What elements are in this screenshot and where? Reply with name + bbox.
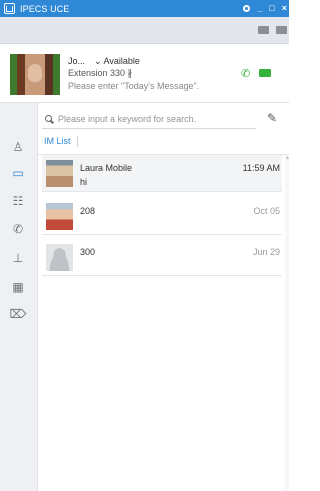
search-bar <box>42 109 256 129</box>
conversation-time: Jun 29 <box>252 247 280 257</box>
window-controls: _ □ × <box>243 0 287 17</box>
call-icon[interactable]: ✆ <box>241 67 250 80</box>
search-input[interactable] <box>58 113 253 124</box>
presence-dropdown[interactable]: ⌄ Available <box>94 56 140 67</box>
extension-label: Extension 330 ∦ <box>68 68 133 78</box>
left-nav: ♙ ▭ ☷ ✆ ⊥ ▦ ⌦ <box>0 103 38 491</box>
conversation-time: 11:59 AM <box>242 163 280 173</box>
conversation-preview: hi <box>80 177 88 187</box>
phone-icon[interactable]: ✆ <box>9 220 27 238</box>
maximize-button[interactable]: □ <box>269 0 274 17</box>
todays-message-field[interactable]: Please enter "Today's Message". <box>68 81 199 91</box>
toolbar <box>0 17 289 44</box>
avatar <box>46 203 73 230</box>
main-panel: ✎ IM List Laura Mobile hi 11:59 AM 208 O… <box>38 103 290 491</box>
avatar <box>46 244 73 271</box>
profile-name: Jo... <box>68 56 86 66</box>
avatar <box>46 160 73 187</box>
list-item[interactable]: 300 Jun 29 <box>42 239 282 276</box>
folder-icon[interactable] <box>276 26 287 34</box>
contacts-icon[interactable]: ♙ <box>9 138 27 156</box>
search-icon <box>45 115 52 122</box>
scrollbar[interactable] <box>285 155 290 491</box>
directory-icon[interactable]: ▦ <box>9 278 27 296</box>
conversation-name: 300 <box>80 247 96 257</box>
chat-icon[interactable]: ▭ <box>9 164 27 182</box>
screen-share-icon[interactable] <box>258 26 269 34</box>
minimize-button[interactable]: _ <box>257 0 262 17</box>
title-bar: IPECS UCE _ □ × <box>0 0 289 17</box>
app-title: IPECS UCE <box>20 3 70 14</box>
settings-icon[interactable] <box>243 5 251 12</box>
tag-icon[interactable]: ⌦ <box>9 305 27 323</box>
list-item[interactable]: Laura Mobile hi 11:59 AM <box>42 155 282 192</box>
tab-im-list[interactable]: IM List <box>44 136 71 146</box>
conversation-name: 208 <box>80 206 96 216</box>
conversation-name: Laura Mobile <box>80 163 133 173</box>
profile-panel: Jo... ⌄ Available Extension 330 ∦ Please… <box>0 44 289 103</box>
avatar[interactable] <box>10 54 60 95</box>
compose-icon[interactable]: ✎ <box>267 111 277 125</box>
app-logo-icon <box>4 3 15 14</box>
conversation-time: Oct 05 <box>253 206 280 216</box>
video-icon[interactable] <box>259 69 271 77</box>
tab-divider <box>77 136 78 147</box>
org-chart-icon[interactable]: ⊥ <box>9 249 27 267</box>
history-icon[interactable]: ☷ <box>9 192 27 210</box>
list-item[interactable]: 208 Oct 05 <box>42 198 282 235</box>
close-button[interactable]: × <box>282 0 287 17</box>
